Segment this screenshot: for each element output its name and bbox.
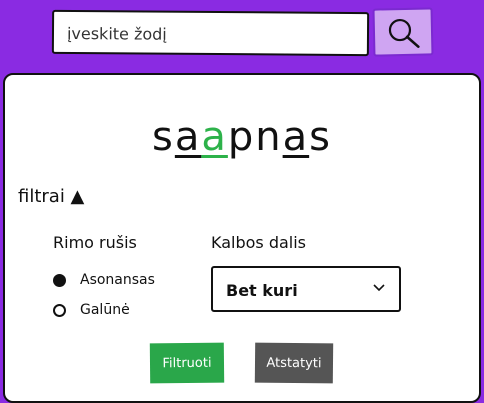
word-letter: s	[152, 114, 175, 160]
chevron-down-icon	[373, 284, 385, 292]
radio-label: Asonansas	[80, 272, 155, 288]
search-field[interactable]	[51, 9, 370, 57]
search-button[interactable]	[372, 7, 434, 57]
filters-toggle[interactable]: filtrai ▲	[18, 186, 84, 207]
filter-button[interactable]: Filtruoti	[149, 342, 225, 384]
word-letter-highlighted-green: a	[201, 114, 228, 160]
word-letter: s	[309, 114, 332, 160]
select-value: Bet kuri	[226, 281, 298, 300]
search-input[interactable]	[66, 19, 353, 48]
word-letter: p	[227, 114, 256, 160]
reset-button[interactable]: Atstatyti	[254, 342, 334, 384]
rhyme-type-label: Rimo rušis	[53, 233, 137, 252]
rhyme-word: saapnas	[0, 114, 484, 160]
word-letter-highlighted: a	[282, 114, 310, 160]
search-icon	[388, 18, 420, 48]
radio-button-checked[interactable]	[53, 273, 66, 287]
part-of-speech-select[interactable]: Bet kuri	[211, 266, 401, 312]
radio-button[interactable]	[53, 303, 66, 317]
radio-option-asonansas[interactable]: Asonansas	[53, 272, 155, 288]
word-letter: n	[255, 114, 283, 160]
radio-label: Galūnė	[80, 302, 130, 318]
radio-option-galune[interactable]: Galūnė	[53, 302, 130, 318]
word-letter-highlighted: a	[174, 114, 202, 160]
part-of-speech-label: Kalbos dalis	[211, 233, 307, 252]
